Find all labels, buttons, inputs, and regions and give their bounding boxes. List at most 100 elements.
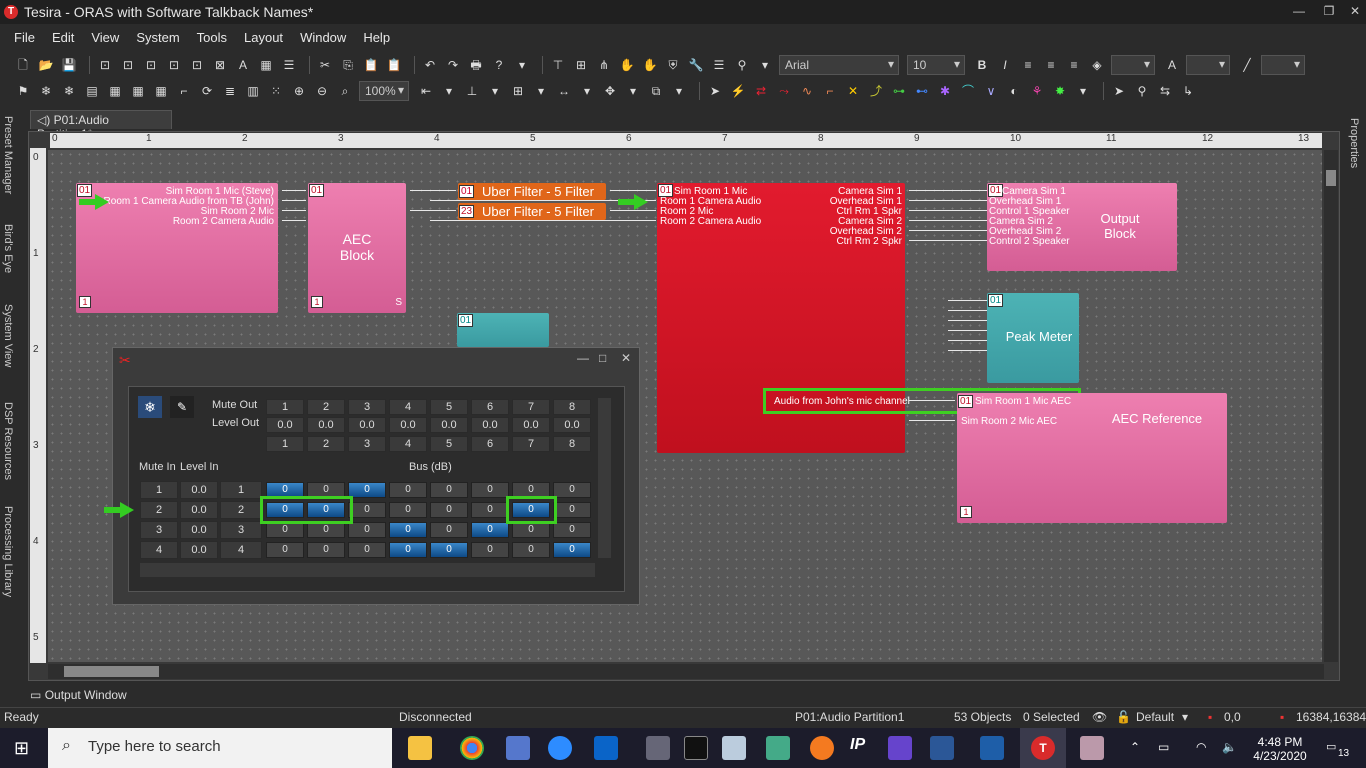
snowflake-icon[interactable]: ❄ bbox=[60, 82, 78, 100]
crosspoint-cell[interactable]: 0 bbox=[512, 542, 550, 558]
zoom-icon[interactable]: ⌕ bbox=[336, 82, 354, 100]
user-icon[interactable]: ⚲ bbox=[1133, 82, 1151, 100]
new-file-icon[interactable]: 🗋 bbox=[14, 56, 32, 74]
matrix-vertical-scrollbar[interactable] bbox=[598, 398, 611, 558]
copy-icon[interactable]: ⎘ bbox=[339, 56, 357, 74]
crosspoint-cell[interactable]: 0 bbox=[430, 502, 468, 518]
level-in-value[interactable]: 0.0 bbox=[180, 541, 218, 559]
device-icon[interactable]: ⊡ bbox=[142, 56, 160, 74]
tab-dsp-resources[interactable]: DSP Resources bbox=[2, 402, 14, 480]
wire-tool-icon[interactable]: ⌐ bbox=[821, 82, 839, 100]
level-out-value[interactable]: 0.0 bbox=[266, 417, 304, 433]
fill-icon[interactable]: ◈ bbox=[1088, 56, 1106, 74]
level-out-value[interactable]: 0.0 bbox=[307, 417, 345, 433]
chevron-down-icon[interactable]: ▾ bbox=[486, 82, 504, 100]
open-file-icon[interactable]: 📂 bbox=[37, 56, 55, 74]
block-icon[interactable]: ▦ bbox=[152, 82, 170, 100]
snowflake-icon[interactable]: ❄ bbox=[37, 82, 55, 100]
word-icon[interactable] bbox=[930, 736, 954, 760]
network-icon[interactable]: ⊞ bbox=[572, 56, 590, 74]
level-in-value[interactable]: 0.0 bbox=[180, 521, 218, 539]
bold-icon[interactable]: B bbox=[973, 56, 991, 74]
align-left-icon[interactable]: ≡ bbox=[1019, 56, 1037, 74]
chevron-down-icon[interactable]: ▾ bbox=[532, 82, 550, 100]
crosspoint-cell[interactable]: 0 bbox=[553, 502, 591, 518]
cut-icon[interactable]: ✂ bbox=[316, 56, 334, 74]
wire-tool-icon[interactable]: ∨ bbox=[982, 82, 1000, 100]
app-icon[interactable] bbox=[646, 736, 670, 760]
mute-out-button[interactable]: 3 bbox=[348, 399, 386, 415]
device-icon[interactable]: ⊡ bbox=[119, 56, 137, 74]
uber-filter-block[interactable]: 23 Uber Filter - 5 Filter bbox=[458, 203, 606, 220]
chevron-down-icon[interactable]: ▾ bbox=[440, 82, 458, 100]
crosspoint-cell[interactable]: 0 bbox=[389, 502, 427, 518]
user-icon[interactable]: ⚲ bbox=[733, 56, 751, 74]
font-color-icon[interactable]: A bbox=[1163, 56, 1181, 74]
italic-icon[interactable]: I bbox=[996, 56, 1014, 74]
wire-tool-icon[interactable]: ⊶ bbox=[890, 82, 908, 100]
level-out-value[interactable]: 0.0 bbox=[348, 417, 386, 433]
grid-icon[interactable]: ▥ bbox=[244, 82, 262, 100]
eye-icon[interactable]: 👁 bbox=[1092, 710, 1107, 724]
teal-block[interactable]: 01 bbox=[457, 313, 549, 347]
wifi-icon[interactable]: ◠ bbox=[1196, 740, 1206, 754]
taskbar-clock[interactable]: 4:48 PM 4/23/2020 bbox=[1245, 735, 1315, 763]
align-icon[interactable]: ⇤ bbox=[417, 82, 435, 100]
windows-start-icon[interactable]: ⊞ bbox=[14, 738, 29, 759]
app-icon[interactable] bbox=[1080, 736, 1104, 760]
align-right-icon[interactable]: ≡ bbox=[1065, 56, 1083, 74]
chevron-down-icon[interactable]: ▾ bbox=[513, 56, 531, 74]
mute-out-button[interactable]: 2 bbox=[307, 399, 345, 415]
menu-edit[interactable]: Edit bbox=[52, 30, 74, 45]
paste-icon[interactable]: 📋 bbox=[362, 56, 380, 74]
wire-tool-icon[interactable]: ✕ bbox=[844, 82, 862, 100]
crosspoint-cell[interactable]: 0 bbox=[553, 482, 591, 498]
level-in-value[interactable]: 0.0 bbox=[180, 501, 218, 519]
restore-button[interactable]: ❐ bbox=[1318, 2, 1340, 20]
scroll-thumb[interactable] bbox=[1326, 170, 1336, 186]
wrench-icon[interactable]: 🔧 bbox=[687, 56, 705, 74]
tesira-taskbar-icon[interactable]: T bbox=[1031, 736, 1055, 760]
device-icon[interactable]: ⊡ bbox=[188, 56, 206, 74]
close-button[interactable]: ✕ bbox=[1344, 2, 1366, 20]
dots-grid-icon[interactable]: ⁙ bbox=[267, 82, 285, 100]
level-out-value[interactable]: 0.0 bbox=[471, 417, 509, 433]
hand-icon[interactable]: ✋ bbox=[618, 56, 636, 74]
crosspoint-cell[interactable]: 0 bbox=[430, 482, 468, 498]
aec-block[interactable]: 01 AEC Block 1 S bbox=[308, 183, 406, 313]
crosspoint-cell[interactable]: 0 bbox=[307, 522, 345, 538]
list-icon[interactable]: ☰ bbox=[280, 56, 298, 74]
mute-out-button[interactable]: 7 bbox=[512, 399, 550, 415]
vertical-scrollbar[interactable] bbox=[1324, 150, 1338, 662]
tab-processing-library[interactable]: Processing Library bbox=[2, 506, 14, 597]
menu-help[interactable]: Help bbox=[363, 30, 390, 45]
crosspoint-cell[interactable]: 0 bbox=[307, 542, 345, 558]
tab-preset-manager[interactable]: Preset Manager bbox=[2, 116, 14, 194]
chevron-up-icon[interactable]: ⌃ bbox=[1130, 740, 1140, 754]
crosspoint-cell[interactable]: 0 bbox=[266, 522, 304, 538]
wire-tool-icon[interactable]: ✱ bbox=[936, 82, 954, 100]
menu-file[interactable]: File bbox=[14, 30, 35, 45]
notification-icon[interactable]: ▭ bbox=[1326, 740, 1336, 753]
app-icon[interactable] bbox=[722, 736, 746, 760]
aec-reference-block[interactable]: 01 Sim Room 1 Mic AEC Sim Room 2 Mic AEC… bbox=[957, 393, 1227, 523]
move-icon[interactable]: ✥ bbox=[601, 82, 619, 100]
undo-icon[interactable]: ↶ bbox=[421, 56, 439, 74]
horizontal-scrollbar[interactable] bbox=[48, 664, 1324, 679]
chevron-down-icon[interactable]: ▾ bbox=[670, 82, 688, 100]
app-icon[interactable] bbox=[766, 736, 790, 760]
tree-icon[interactable]: ⋔ bbox=[595, 56, 613, 74]
uber-filter-block[interactable]: 01 Uber Filter - 5 Filter bbox=[458, 183, 606, 200]
crosspoint-cell[interactable]: 0 bbox=[512, 522, 550, 538]
crosspoint-cell[interactable]: 0 bbox=[471, 522, 509, 538]
line-color-select[interactable] bbox=[1261, 55, 1305, 75]
crosspoint-cell[interactable]: 0 bbox=[430, 542, 468, 558]
app-icon[interactable] bbox=[888, 736, 912, 760]
menu-window[interactable]: Window bbox=[300, 30, 346, 45]
pencil-icon[interactable]: ✎ bbox=[170, 396, 194, 418]
chevron-down-icon[interactable]: ▾ bbox=[1182, 710, 1188, 724]
block-icon[interactable]: ▦ bbox=[106, 82, 124, 100]
grid-icon[interactable]: ▦ bbox=[257, 56, 275, 74]
app-icon[interactable] bbox=[810, 736, 834, 760]
block-icon[interactable]: ▤ bbox=[83, 82, 101, 100]
